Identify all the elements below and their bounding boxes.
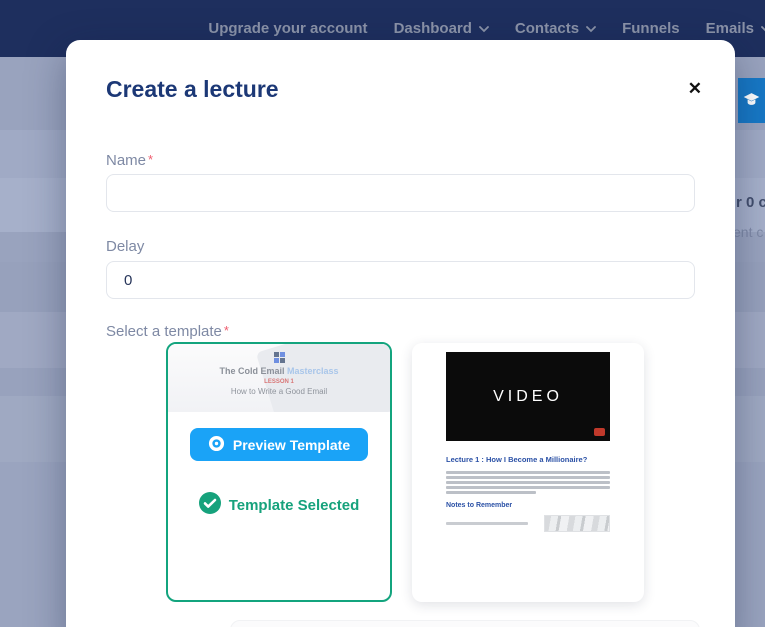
chevron-down-icon xyxy=(761,26,765,33)
modal-title: Create a lecture xyxy=(106,76,279,103)
graduation-cap-icon xyxy=(743,92,760,110)
thumbnail-brand-title: The Cold Email Masterclass xyxy=(168,366,390,376)
thumbnail-subtitle: How to Write a Good Email xyxy=(168,387,390,396)
brand-accent-text: Masterclass xyxy=(287,366,339,376)
delay-label-text: Delay xyxy=(106,238,144,255)
nav-dashboard-label: Dashboard xyxy=(394,20,472,37)
nav-dashboard[interactable]: Dashboard xyxy=(394,20,489,37)
nav-upgrade-label: Upgrade your account xyxy=(208,20,367,37)
create-lecture-modal: Create a lecture ✕ Name* Delay Select a … xyxy=(66,40,735,627)
nav-funnels[interactable]: Funnels xyxy=(622,20,680,37)
thumbnail-lesson-tag: LESSON 1 xyxy=(168,379,390,385)
chevron-down-icon xyxy=(586,26,596,33)
check-circle-icon xyxy=(199,492,221,518)
notes-heading: Notes to Remember xyxy=(446,502,610,509)
delay-input[interactable] xyxy=(106,261,695,299)
selected-badge-label: Template Selected xyxy=(229,497,360,514)
required-asterisk: * xyxy=(224,323,229,338)
body-text-placeholder xyxy=(446,471,610,494)
graduation-cap-button[interactable] xyxy=(738,78,765,123)
brand-text: The Cold Email xyxy=(219,366,284,376)
preview-button-label: Preview Template xyxy=(233,437,350,453)
nav-contacts[interactable]: Contacts xyxy=(515,20,596,37)
preview-template-button[interactable]: Preview Template xyxy=(190,428,368,461)
video-player-thumbnail: VIDEO xyxy=(446,352,610,441)
nav-funnels-label: Funnels xyxy=(622,20,680,37)
name-label-text: Name xyxy=(106,152,146,169)
next-row-card-edge xyxy=(230,620,700,627)
template-selected-status: Template Selected xyxy=(168,492,390,518)
notes-image-thumbnail xyxy=(544,515,610,532)
nav-emails-label: Emails xyxy=(706,20,754,37)
notes-content-row xyxy=(446,515,610,532)
chevron-down-icon xyxy=(479,26,489,33)
required-asterisk: * xyxy=(148,152,153,167)
nav-upgrade-account[interactable]: Upgrade your account xyxy=(208,20,367,37)
notes-text-placeholder xyxy=(446,522,528,525)
nav-emails[interactable]: Emails xyxy=(706,20,765,37)
name-input[interactable] xyxy=(106,174,695,212)
template-thumbnail: The Cold Email Masterclass LESSON 1 How … xyxy=(168,344,390,412)
template-section-label: Select a template* xyxy=(106,323,229,340)
eye-icon xyxy=(208,435,225,455)
background-text-fragment-bottom: ent c xyxy=(733,224,765,240)
background-text-fragment-top: r 0 c xyxy=(736,194,765,211)
lecture-heading: Lecture 1 : How I Become a Millionaire? xyxy=(446,455,610,464)
template-card-cold-email[interactable]: The Cold Email Masterclass LESSON 1 How … xyxy=(166,342,392,602)
name-field-label: Name* xyxy=(106,152,153,169)
video-placeholder-label: VIDEO xyxy=(493,388,563,406)
template-card-video-lecture[interactable]: VIDEO Lecture 1 : How I Become a Million… xyxy=(412,343,644,602)
nav-contacts-label: Contacts xyxy=(515,20,579,37)
close-icon[interactable]: ✕ xyxy=(688,80,702,97)
template-label-text: Select a template xyxy=(106,323,222,340)
squares-logo-icon xyxy=(274,352,285,363)
template-card-list: The Cold Email Masterclass LESSON 1 How … xyxy=(166,342,644,602)
delay-field-label: Delay xyxy=(106,238,144,255)
youtube-icon xyxy=(594,428,605,436)
